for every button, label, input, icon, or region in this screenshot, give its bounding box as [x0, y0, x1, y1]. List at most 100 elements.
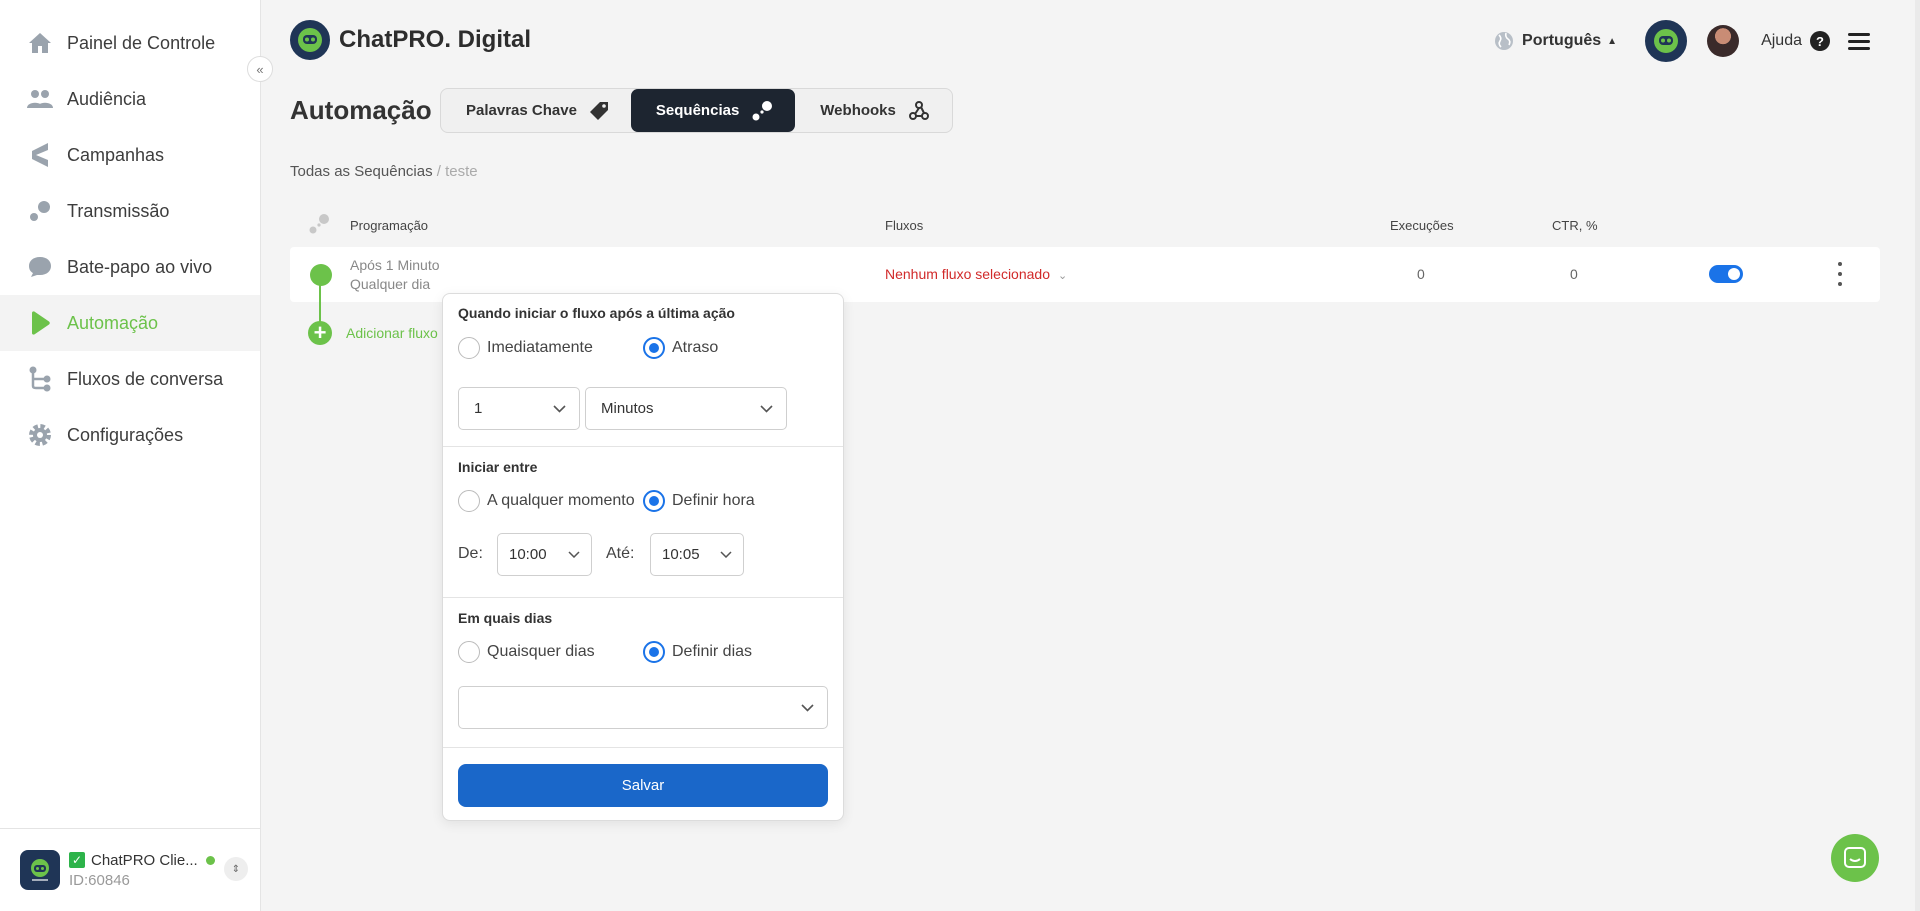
sidebar-item-label: Bate-papo ao vivo	[67, 256, 213, 277]
chevron-down-icon	[801, 703, 815, 712]
language-label: Português	[1522, 32, 1602, 49]
select-value: 10:00	[509, 546, 547, 563]
radio-circle-selected	[643, 337, 665, 359]
save-button[interactable]: Salvar	[458, 764, 828, 807]
breadcrumb: Todas as Sequências / teste	[290, 163, 478, 180]
campaign-icon	[27, 142, 53, 168]
sidebar-item-campanhas[interactable]: Campanhas	[0, 127, 260, 183]
delay-amount-select[interactable]: 1	[458, 387, 580, 430]
tab-webhooks[interactable]: Webhooks	[795, 89, 952, 132]
help-label: Ajuda	[1761, 32, 1802, 49]
sequence-header-icon	[308, 213, 330, 238]
sequence-step-dot	[310, 264, 332, 286]
radio-set-time[interactable]: Definir hora	[643, 490, 755, 512]
sidebar-item-automacao[interactable]: Automação	[0, 295, 260, 351]
breadcrumb-root[interactable]: Todas as Sequências	[290, 163, 433, 180]
tab-palavras-chave[interactable]: Palavras Chave	[441, 89, 631, 132]
sidebar-item-transmissao[interactable]: Transmissão	[0, 183, 260, 239]
add-flow-button[interactable]: + Adicionar fluxo	[308, 321, 438, 345]
radio-label: Imediatamente	[487, 339, 593, 356]
radio-circle-selected	[643, 490, 665, 512]
account-id: ID:60846	[69, 871, 130, 889]
chevron-down-icon	[720, 551, 734, 558]
chat-icon	[1844, 847, 1866, 868]
radio-set-days[interactable]: Definir dias	[643, 641, 752, 663]
play-icon	[27, 310, 53, 336]
radio-circle	[458, 337, 480, 359]
broadcast-icon	[27, 198, 53, 224]
add-flow-label: Adicionar fluxo	[346, 325, 438, 341]
sidebar-item-bate-papo[interactable]: Bate-papo ao vivo	[0, 239, 260, 295]
schedule-cell[interactable]: Após 1 Minuto Qualquer dia	[350, 256, 440, 294]
select-value: 10:05	[662, 546, 700, 563]
more-options-icon[interactable]	[1837, 262, 1843, 286]
to-time-select[interactable]: 10:05	[650, 533, 744, 576]
sidebar-item-fluxos[interactable]: Fluxos de conversa	[0, 351, 260, 407]
question-icon: ?	[1810, 31, 1830, 51]
radio-immediate[interactable]: Imediatamente	[458, 337, 593, 359]
account-name: ChatPRO Clie...	[91, 851, 198, 869]
user-avatar[interactable]	[1707, 25, 1740, 57]
sequence-icon	[751, 100, 773, 122]
days-select[interactable]	[458, 686, 828, 729]
people-icon	[27, 86, 53, 112]
sidebar-item-label: Automação	[67, 312, 159, 333]
radio-label: Quaisquer dias	[487, 643, 595, 660]
flow-select[interactable]: Nenhum fluxo selecionado ⌄	[885, 266, 1067, 282]
chevron-down-icon	[553, 404, 567, 413]
days-section: Em quais dias Quaisquer dias Definir dia…	[443, 598, 843, 748]
tab-sequencias[interactable]: Sequências	[630, 89, 796, 132]
radio-circle-selected	[643, 641, 665, 663]
header-ctr: CTR, %	[1552, 218, 1598, 233]
start-section-title: Quando iniciar o fluxo após a última açã…	[458, 305, 735, 321]
webhook-icon	[908, 100, 930, 122]
chevron-down-icon: ⌄	[1058, 270, 1068, 282]
sidebar-item-configuracoes[interactable]: Configurações	[0, 407, 260, 463]
support-chat-button[interactable]	[1831, 834, 1879, 882]
page-title: Automação	[290, 95, 432, 125]
account-switch-icon[interactable]: ⇕	[224, 857, 248, 881]
home-icon	[27, 30, 53, 56]
sequence-connector	[319, 285, 321, 325]
menu-icon[interactable]	[1848, 29, 1870, 54]
caret-up-icon: ▲	[1607, 35, 1618, 47]
radio-delay[interactable]: Atraso	[643, 337, 718, 359]
brand[interactable]: ChatPRO. Digital	[290, 20, 531, 60]
sidebar-item-painel[interactable]: Painel de Controle	[0, 15, 260, 71]
gear-icon	[27, 422, 53, 448]
account-logo	[20, 850, 60, 890]
tag-icon	[589, 101, 609, 121]
table-header: Programação Fluxos Execuções CTR, %	[290, 213, 1880, 238]
delay-unit-select[interactable]: Minutos	[585, 387, 787, 430]
collapse-sidebar-button[interactable]: «	[247, 56, 273, 82]
help-link[interactable]: Ajuda ?	[1761, 31, 1830, 51]
sidebar-item-label: Transmissão	[67, 200, 170, 221]
breadcrumb-separator: /	[432, 163, 446, 180]
language-selector[interactable]: Português ▲	[1494, 31, 1617, 51]
header-flows: Fluxos	[885, 218, 924, 233]
page-scrollbar[interactable]	[1915, 0, 1920, 911]
flow-icon	[27, 366, 53, 392]
start-section: Quando iniciar o fluxo após a última açã…	[443, 294, 843, 447]
online-status-dot	[205, 855, 215, 865]
sidebar-item-label: Audiência	[67, 88, 147, 109]
from-time-select[interactable]: 10:00	[497, 533, 592, 576]
header-executions: Execuções	[1390, 218, 1454, 233]
radio-any-days[interactable]: Quaisquer dias	[458, 641, 595, 663]
radio-any-time[interactable]: A qualquer momento	[458, 490, 635, 512]
enable-toggle[interactable]	[1709, 265, 1743, 283]
check-icon: ✓	[69, 852, 85, 868]
sidebar: Painel de Controle Audiência Campanhas T…	[0, 0, 261, 911]
tab-label: Palavras Chave	[466, 102, 577, 119]
sidebar-item-label: Configurações	[67, 424, 184, 445]
bot-avatar[interactable]	[1645, 20, 1688, 62]
sidebar-item-audiencia[interactable]: Audiência	[0, 71, 260, 127]
window-section: Iniciar entre A qualquer momento Definir…	[443, 447, 843, 598]
account-switcher[interactable]: ✓ ChatPRO Clie... ID:60846 ⇕	[0, 828, 260, 911]
breadcrumb-current: teste	[445, 163, 478, 180]
globe-icon	[1495, 32, 1514, 50]
flow-select-value: Nenhum fluxo selecionado	[885, 266, 1050, 282]
schedule-days: Qualquer dia	[350, 276, 431, 292]
sidebar-item-label: Painel de Controle	[67, 32, 216, 53]
radio-label: Definir hora	[672, 492, 755, 509]
